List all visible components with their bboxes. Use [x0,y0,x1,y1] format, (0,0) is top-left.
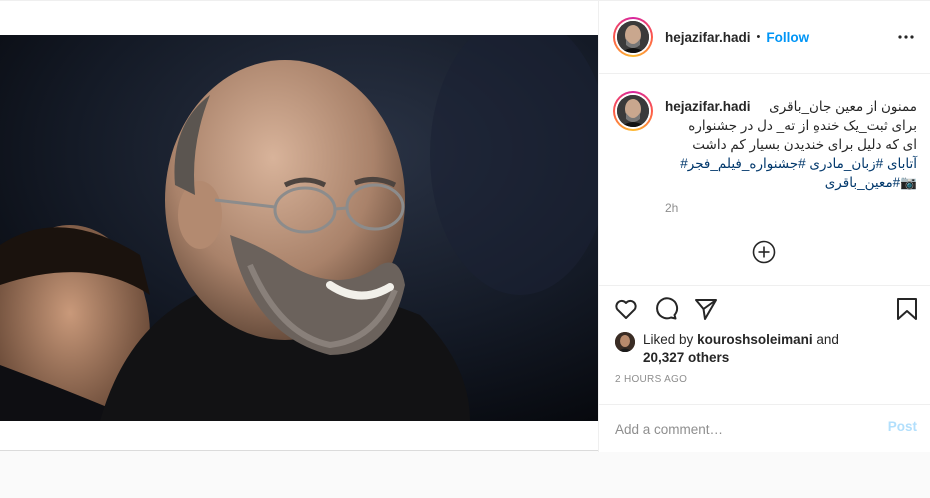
more-options-icon[interactable] [896,27,916,47]
avatar-image-icon [617,21,649,53]
caption-body: hejazifar.hadi ممنون از معین جان_باقری ب… [665,97,917,192]
author-username[interactable]: hejazifar.hadi [665,30,751,45]
comment-icon[interactable] [653,296,679,322]
likes-others[interactable]: 20,327 others [643,349,729,367]
avatar-image-icon [617,95,649,127]
post-image[interactable] [0,35,598,421]
caption-line: ای که دلیل برای خندیدن بسیار کم داشت [692,137,917,152]
caption-line: برای ثبت_یک خندهِ از ته_ دل در جشنواره [688,118,917,133]
caption-hashtags[interactable]: آتابای #زبان_مادری #جشنواره_فیلم_فجر# [665,154,917,173]
comment-input[interactable] [615,417,875,441]
post-timestamp[interactable]: 2 HOURS AGO [615,374,687,385]
author-avatar[interactable] [613,17,653,57]
action-bar [599,285,930,333]
bookmark-icon[interactable] [894,296,920,322]
liked-by-user[interactable]: kouroshsoleimani [697,332,813,347]
separator-dot: • [756,31,761,43]
liked-by-prefix: Liked by [643,332,694,347]
comment-bar: Post [599,404,930,452]
caption-age: 2h [665,201,679,215]
follow-button[interactable]: Follow [766,30,809,45]
plus-circle-icon[interactable] [752,240,776,264]
caption-avatar[interactable] [613,91,653,131]
post-sidebar: hejazifar.hadi • Follow hejazifar.hadi م… [598,1,930,452]
send-icon[interactable] [693,296,719,322]
post-comment-button[interactable]: Post [888,419,917,434]
caption-hashtags[interactable]: 📷#معین_باقری [665,173,917,192]
caption-username[interactable]: hejazifar.hadi [665,97,751,116]
portrait-photo [0,35,598,421]
post-header: hejazifar.hadi • Follow [599,1,930,74]
liker-avatar[interactable] [615,332,635,352]
post-card: hejazifar.hadi • Follow hejazifar.hadi م… [0,0,930,452]
heart-icon[interactable] [613,296,639,322]
liked-by-line: Liked by kouroshsoleimani and [643,331,839,349]
liked-by-and: and [816,332,839,347]
